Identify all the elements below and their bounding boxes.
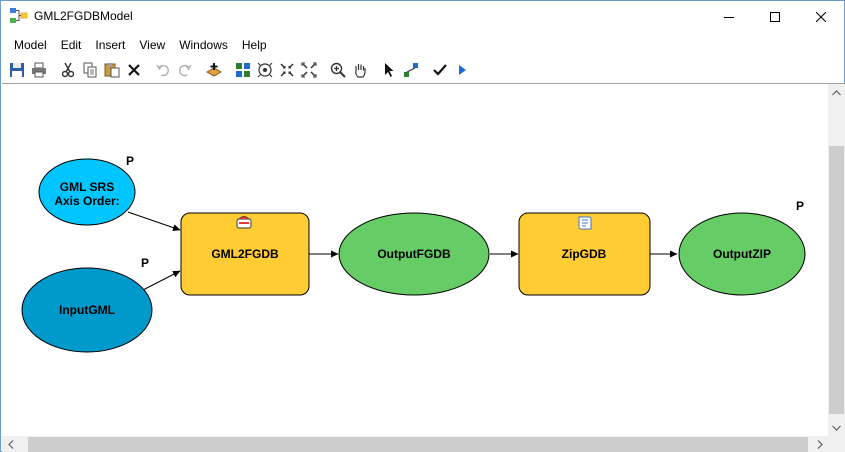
- copy-icon: [83, 62, 97, 78]
- chevron-down-icon: [832, 425, 841, 431]
- chevron-left-icon: [7, 440, 13, 449]
- redo-button[interactable]: [174, 59, 196, 81]
- vertical-scrollbar[interactable]: [828, 84, 845, 436]
- auto-layout-button[interactable]: [232, 59, 254, 81]
- zoom-in-button[interactable]: [327, 59, 349, 81]
- node-label: OutputZIP: [713, 247, 771, 261]
- node-gml-srs-axis-order[interactable]: GML SRS Axis Order:: [38, 158, 136, 226]
- run-button[interactable]: [451, 59, 473, 81]
- pan-button[interactable]: [349, 59, 371, 81]
- connect-button[interactable]: [400, 59, 422, 81]
- scroll-up-button[interactable]: [828, 84, 845, 101]
- print-button[interactable]: [28, 59, 50, 81]
- minimize-icon: [724, 16, 734, 18]
- node-label: GML2FGDB: [211, 247, 279, 261]
- select-icon: [385, 63, 394, 77]
- save-button[interactable]: [6, 59, 28, 81]
- model-diagram: GML SRS Axis Order: P InputGML P GML2FGD…: [21, 154, 806, 353]
- fixed-zoom-out-button[interactable]: [298, 59, 320, 81]
- node-label: OutputFGDB: [377, 247, 451, 261]
- connect-icon: [404, 63, 418, 77]
- model-canvas-frame: GML SRS Axis Order: P InputGML P GML2FGD…: [2, 83, 845, 452]
- menu-help[interactable]: Help: [235, 35, 274, 55]
- menu-windows[interactable]: Windows: [172, 35, 235, 55]
- scroll-right-button[interactable]: [811, 436, 828, 452]
- toolbar-separator: [148, 61, 149, 79]
- model-builder-window: GML2FGDBModel Model Edit Insert View Win…: [0, 0, 845, 452]
- title-bar[interactable]: GML2FGDBModel: [1, 1, 844, 32]
- cut-button[interactable]: [57, 59, 79, 81]
- cut-icon: [61, 62, 75, 78]
- model-builder-icon: [10, 8, 28, 23]
- toolbar-separator: [228, 61, 229, 79]
- menu-bar: Model Edit Insert View Windows Help: [1, 34, 844, 56]
- maximize-icon: [770, 11, 780, 22]
- validate-icon: [433, 64, 447, 76]
- connector-inputgml-to-gml2fgdb[interactable]: [142, 270, 181, 291]
- minimize-button[interactable]: [706, 1, 752, 32]
- node-label: GML SRS: [60, 180, 114, 194]
- delete-button[interactable]: [123, 59, 145, 81]
- scroll-left-button[interactable]: [2, 436, 19, 452]
- select-button[interactable]: [378, 59, 400, 81]
- horizontal-scroll-thumb[interactable]: [28, 437, 808, 452]
- node-output-zip[interactable]: OutputZIP: [678, 212, 806, 296]
- redo-icon: [179, 64, 192, 77]
- run-icon: [459, 65, 466, 75]
- toolbar: [1, 58, 844, 82]
- toolbar-separator: [199, 61, 200, 79]
- fixed-zoom-in-icon: [280, 63, 294, 77]
- auto-layout-icon: [236, 63, 250, 77]
- parameter-flag: P: [796, 199, 804, 213]
- full-extent-icon: [257, 62, 273, 78]
- node-label: InputGML: [59, 303, 115, 317]
- paste-button[interactable]: [101, 59, 123, 81]
- node-output-fgdb[interactable]: OutputFGDB: [338, 212, 490, 296]
- undo-icon: [156, 64, 169, 77]
- fixed-zoom-in-button[interactable]: [276, 59, 298, 81]
- fixed-zoom-out-icon: [301, 62, 317, 78]
- chevron-up-icon: [832, 89, 841, 95]
- node-zipgdb-tool[interactable]: ZipGDB: [518, 212, 651, 296]
- script-tool-icon: [578, 216, 592, 230]
- paste-icon: [104, 63, 120, 78]
- delete-icon: [128, 64, 140, 76]
- parameter-flag: P: [126, 154, 134, 168]
- add-data-button[interactable]: [203, 59, 225, 81]
- pan-icon: [355, 64, 366, 78]
- validate-button[interactable]: [429, 59, 451, 81]
- node-input-gml[interactable]: InputGML: [21, 267, 153, 353]
- toolbar-separator: [323, 61, 324, 79]
- toolbar-separator: [374, 61, 375, 79]
- undo-button[interactable]: [152, 59, 174, 81]
- close-button[interactable]: [798, 1, 844, 32]
- horizontal-scrollbar[interactable]: [2, 436, 828, 452]
- scrollbar-corner: [828, 436, 845, 452]
- save-icon: [10, 63, 24, 77]
- node-label: Axis Order:: [54, 194, 119, 208]
- add-data-icon: [206, 63, 222, 77]
- parameter-flag: P: [141, 256, 149, 270]
- vertical-scroll-thumb[interactable]: [829, 146, 844, 414]
- copy-button[interactable]: [79, 59, 101, 81]
- maximize-button[interactable]: [752, 1, 798, 32]
- full-extent-button[interactable]: [254, 59, 276, 81]
- toolbar-separator: [53, 61, 54, 79]
- chevron-right-icon: [817, 440, 823, 449]
- menu-edit[interactable]: Edit: [54, 35, 89, 55]
- menu-insert[interactable]: Insert: [88, 35, 132, 55]
- menu-view[interactable]: View: [132, 35, 172, 55]
- window-title: GML2FGDBModel: [34, 9, 133, 23]
- node-gml2fgdb-tool[interactable]: GML2FGDB: [180, 212, 310, 296]
- scroll-down-button[interactable]: [828, 419, 845, 436]
- model-canvas[interactable]: GML SRS Axis Order: P InputGML P GML2FGD…: [2, 84, 828, 436]
- menu-model[interactable]: Model: [7, 35, 54, 55]
- node-label: ZipGDB: [562, 247, 607, 261]
- toolbar-separator: [425, 61, 426, 79]
- print-icon: [32, 62, 46, 78]
- zoom-in-icon: [330, 62, 346, 78]
- close-icon: [816, 11, 826, 22]
- connector-gmlsrs-to-gml2fgdb[interactable]: [127, 211, 181, 232]
